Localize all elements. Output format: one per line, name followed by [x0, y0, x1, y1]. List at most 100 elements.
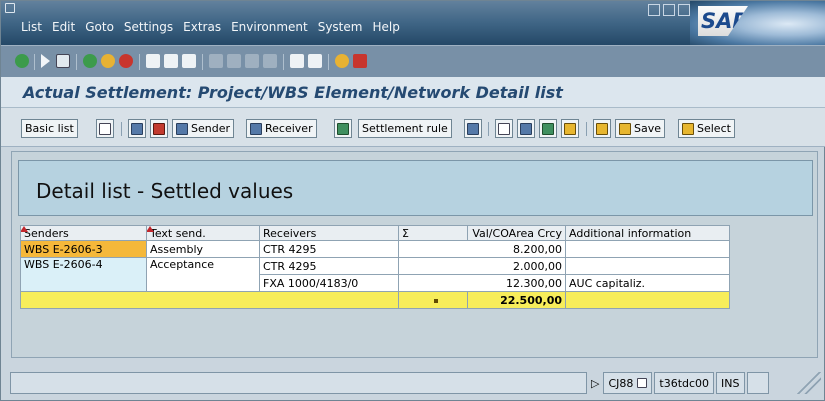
- first-page-icon[interactable]: [209, 54, 223, 68]
- minimize-icon[interactable]: [648, 4, 660, 16]
- toolbar-separator: [488, 122, 489, 136]
- text-cell[interactable]: Acceptance: [146, 257, 260, 292]
- subtotal-button[interactable]: [561, 119, 579, 138]
- next-page-icon[interactable]: [245, 54, 259, 68]
- status-message-area: [10, 372, 587, 394]
- select-layout-button[interactable]: Select: [678, 119, 735, 138]
- receiver-cell[interactable]: CTR 4295: [259, 240, 399, 258]
- magnifier-icon: [250, 122, 262, 135]
- export-icon: [596, 122, 608, 135]
- export-button[interactable]: [593, 119, 611, 138]
- info-cell[interactable]: [565, 257, 730, 275]
- previous-page-icon[interactable]: [227, 54, 241, 68]
- subtotal-icon: [564, 122, 576, 135]
- print-icon[interactable]: [146, 54, 160, 68]
- transaction-field[interactable]: CJ88: [603, 372, 653, 394]
- column-header-receivers[interactable]: Receivers: [259, 225, 399, 241]
- warning-icon: [153, 122, 165, 135]
- menu-items: List Edit Goto Settings Extras Environme…: [21, 20, 400, 34]
- total-marker-cell: [398, 291, 468, 309]
- table-row[interactable]: WBS E-2606-4 Acceptance CTR 4295 2.000,0…: [20, 257, 730, 292]
- table-row[interactable]: WBS E-2606-3 Assembly CTR 4295 8.200,00: [20, 240, 730, 258]
- menu-item-system[interactable]: System: [318, 20, 363, 34]
- application-toolbar: Basic list Sender Receiver Settlement ru…: [1, 108, 825, 147]
- save-layout-button[interactable]: Save: [615, 119, 666, 138]
- list-header-title: Detail list - Settled values: [36, 179, 294, 203]
- basic-list-label: Basic list: [25, 122, 74, 135]
- toolbar-separator: [283, 54, 284, 70]
- cancel-icon[interactable]: [119, 54, 133, 68]
- sap-logo: SAP: [698, 6, 748, 36]
- total-value: 22.500,00: [467, 291, 566, 309]
- filter-button[interactable]: [517, 119, 535, 138]
- column-header-text-send[interactable]: Text send.: [146, 225, 260, 241]
- save-icon[interactable]: [56, 54, 70, 68]
- window-menu-icon[interactable]: [5, 3, 15, 13]
- sender-button[interactable]: Sender: [172, 119, 234, 138]
- save-label: Save: [634, 122, 662, 135]
- value-cell[interactable]: 8.200,00: [398, 240, 566, 258]
- page-title: Actual Settlement: Project/WBS Element/N…: [23, 83, 563, 102]
- menu-item-edit[interactable]: Edit: [52, 20, 75, 34]
- value-cell[interactable]: 2.000,00: [398, 257, 566, 275]
- enter-icon[interactable]: [15, 54, 29, 68]
- receiver-cell[interactable]: FXA 1000/4183/0: [259, 274, 399, 292]
- menu-item-environment[interactable]: Environment: [231, 20, 308, 34]
- help-icon[interactable]: [335, 54, 349, 68]
- column-header-additional-info[interactable]: Additional information: [565, 225, 730, 241]
- sender-cell[interactable]: WBS E-2606-3: [20, 240, 147, 258]
- menu-item-extras[interactable]: Extras: [183, 20, 221, 34]
- total-spacer: [20, 291, 399, 309]
- menu-item-goto[interactable]: Goto: [85, 20, 114, 34]
- play-icon[interactable]: [41, 54, 50, 68]
- text-cell[interactable]: Assembly: [146, 240, 260, 258]
- receiver-button[interactable]: Receiver: [246, 119, 317, 138]
- choose-button[interactable]: [128, 119, 146, 138]
- column-header-sum[interactable]: Σ: [398, 225, 468, 241]
- magnifier-icon: [131, 122, 143, 135]
- toolbar-separator: [139, 54, 140, 70]
- layout-button[interactable]: [464, 119, 482, 138]
- expand-status-icon[interactable]: ▷: [589, 372, 601, 394]
- settlement-rule-button[interactable]: Settlement rule: [358, 119, 452, 138]
- resize-grip-icon[interactable]: [795, 372, 821, 394]
- column-header-senders[interactable]: Senders: [20, 225, 147, 241]
- list-header-panel: Detail list - Settled values: [18, 160, 813, 216]
- server-field: t36tdc00: [654, 372, 715, 394]
- warning-button[interactable]: [150, 119, 168, 138]
- shortcut-icon[interactable]: [308, 54, 322, 68]
- sort-button[interactable]: [495, 119, 513, 138]
- find-next-icon[interactable]: [182, 54, 196, 68]
- total-info-cell: [565, 291, 730, 309]
- info-cell[interactable]: AUC capitaliz.: [565, 274, 730, 292]
- last-page-icon[interactable]: [263, 54, 277, 68]
- close-icon[interactable]: [678, 4, 690, 16]
- exit-icon[interactable]: [101, 54, 115, 68]
- window-controls: [648, 4, 690, 16]
- basic-list-button[interactable]: Basic list: [21, 119, 78, 138]
- standard-toolbar: [1, 45, 825, 77]
- columns-icon: [337, 122, 349, 135]
- menu-item-settings[interactable]: Settings: [124, 20, 173, 34]
- display-button[interactable]: [96, 119, 114, 138]
- menu-item-list[interactable]: List: [21, 20, 42, 34]
- sender-cell[interactable]: WBS E-2606-4: [20, 257, 147, 292]
- find-icon[interactable]: [164, 54, 178, 68]
- create-session-icon[interactable]: [290, 54, 304, 68]
- total-marker-icon: [434, 298, 438, 303]
- status-bar: ▷ CJ88 t36tdc00 INS: [1, 372, 825, 394]
- select-layout-icon: [682, 122, 694, 135]
- dropdown-icon[interactable]: [637, 378, 648, 388]
- maximize-icon[interactable]: [663, 4, 675, 16]
- magnifier-icon: [176, 122, 188, 135]
- receiver-cell[interactable]: CTR 4295: [259, 257, 399, 275]
- info-cell[interactable]: [565, 240, 730, 258]
- sum-button[interactable]: [539, 119, 557, 138]
- column-header-value[interactable]: Val/COArea Crcy: [467, 225, 566, 241]
- value-cell[interactable]: 12.300,00: [398, 274, 566, 292]
- layout-menu-icon[interactable]: [353, 54, 367, 68]
- columns-button[interactable]: [334, 119, 352, 138]
- table-header-row: Senders Text send. Receivers Σ Val/COAre…: [20, 225, 730, 241]
- menu-item-help[interactable]: Help: [372, 20, 399, 34]
- back-icon[interactable]: [83, 54, 97, 68]
